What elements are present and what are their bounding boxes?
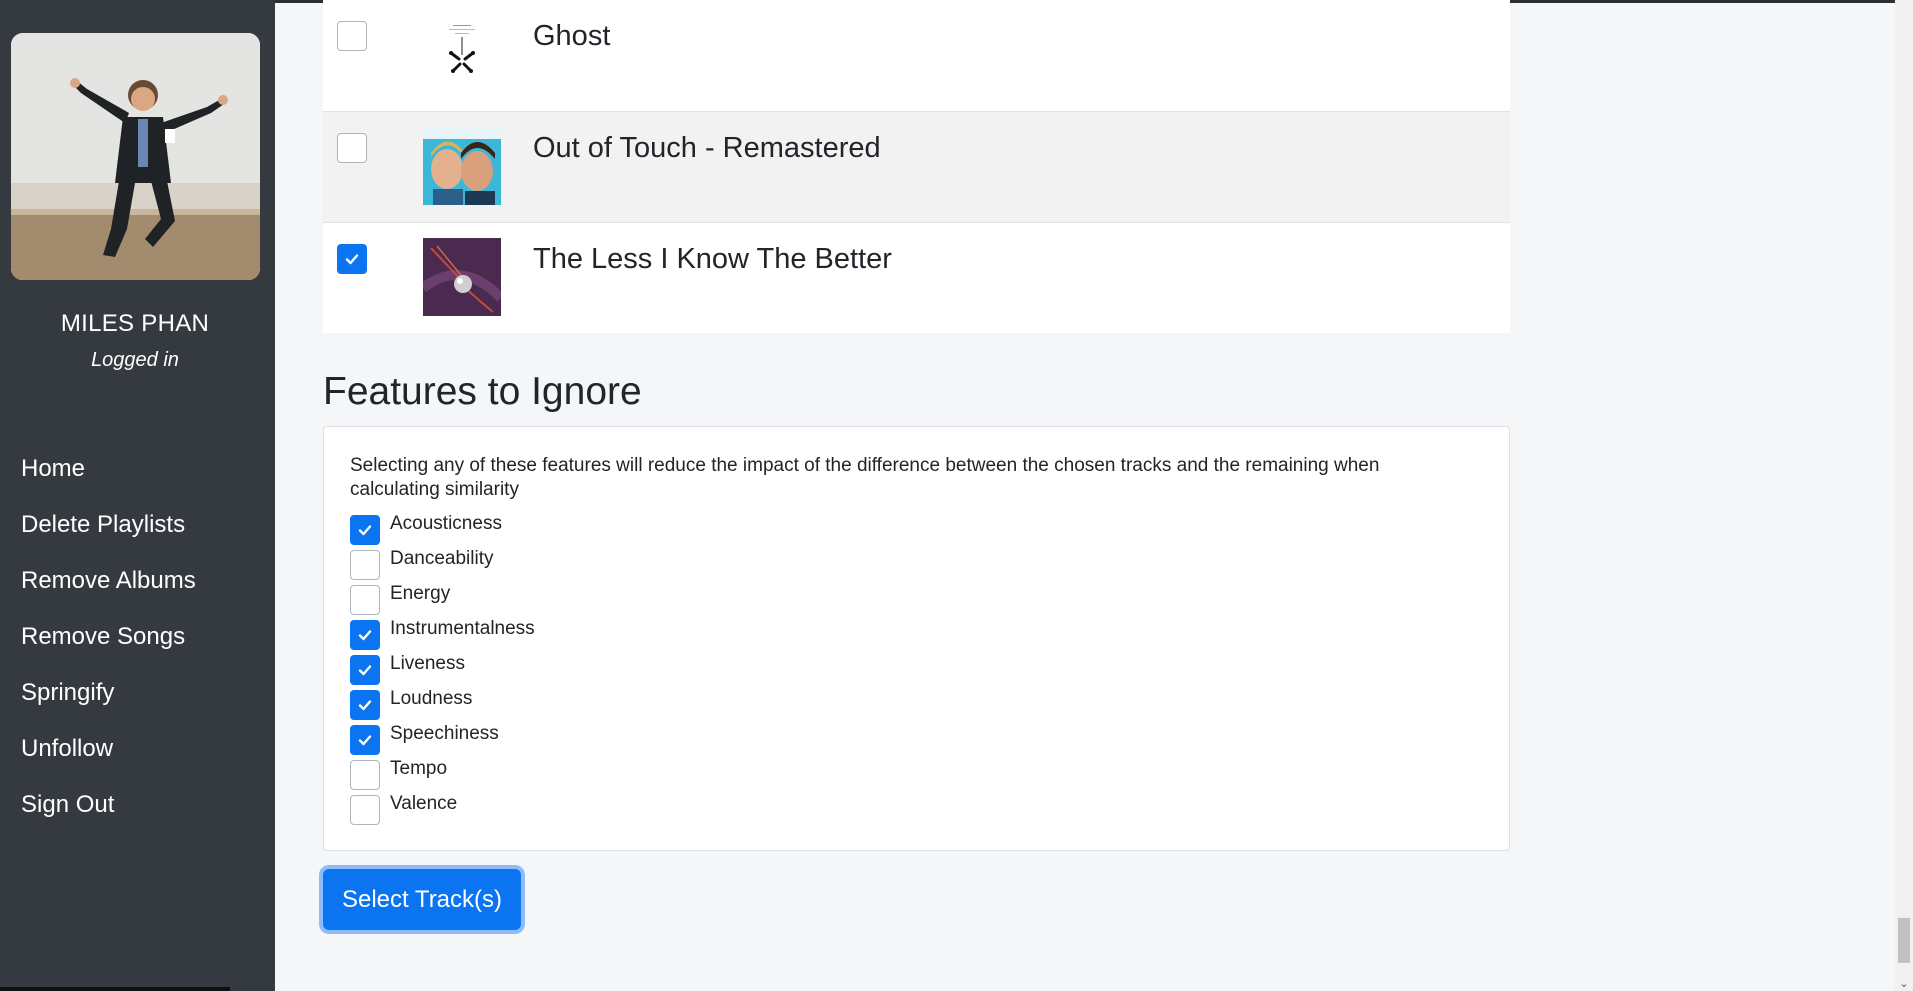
nav-springify[interactable]: Springify xyxy=(21,676,196,732)
nav-unfollow[interactable]: Unfollow xyxy=(21,732,196,788)
feature-label: Loudness xyxy=(390,688,473,709)
feature-label: Danceability xyxy=(390,548,494,569)
table-row: Out of Touch - Remastered xyxy=(323,111,1510,222)
feature-checkbox[interactable] xyxy=(350,550,380,580)
feature-checkbox[interactable] xyxy=(350,515,380,545)
feature-checkbox[interactable] xyxy=(350,760,380,790)
avatar xyxy=(11,33,260,280)
track-checkbox[interactable] xyxy=(337,244,367,274)
nav-delete-playlists[interactable]: Delete Playlists xyxy=(21,508,196,564)
album-cover xyxy=(423,127,501,205)
feature-label: Tempo xyxy=(390,758,448,779)
vertical-scrollbar[interactable]: ⌄ xyxy=(1895,0,1913,991)
feature-label: Speechiness xyxy=(390,723,499,744)
nav-sign-out[interactable]: Sign Out xyxy=(21,788,196,844)
feature-label: Liveness xyxy=(390,653,465,674)
track-table: Ghost Out of Touch - Remastered The Less… xyxy=(323,0,1510,333)
sidebar: MILES PHAN Logged in Home Delete Playlis… xyxy=(0,0,275,991)
track-title: Out of Touch - Remastered xyxy=(533,132,881,164)
checkmark-icon xyxy=(358,525,372,536)
checkmark-icon xyxy=(358,735,372,746)
track-title: Ghost xyxy=(533,20,611,52)
track-checkbox[interactable] xyxy=(337,133,367,163)
nav-remove-songs[interactable]: Remove Songs xyxy=(21,620,196,676)
feature-checkbox[interactable] xyxy=(350,795,380,825)
login-status: Logged in xyxy=(91,349,179,371)
track-title: The Less I Know The Better xyxy=(533,243,892,275)
nav-remove-albums[interactable]: Remove Albums xyxy=(21,564,196,620)
nav-home[interactable]: Home xyxy=(21,452,196,508)
sidebar-nav: Home Delete Playlists Remove Albums Remo… xyxy=(21,452,196,844)
features-heading: Features to Ignore xyxy=(323,370,642,413)
features-description: Selecting any of these features will red… xyxy=(350,455,1380,500)
main-content: Ghost Out of Touch - Remastered The Less… xyxy=(275,0,1895,991)
feature-label: Acousticness xyxy=(390,513,502,534)
checkmark-icon xyxy=(358,665,372,676)
feature-checkbox[interactable] xyxy=(350,620,380,650)
select-tracks-button[interactable]: Select Track(s) xyxy=(323,869,521,930)
feature-label: Valence xyxy=(390,793,458,814)
profile-photo xyxy=(11,33,260,280)
feature-label: Energy xyxy=(390,583,451,604)
feature-checkbox[interactable] xyxy=(350,690,380,720)
album-cover xyxy=(423,238,501,316)
checkmark-icon xyxy=(345,254,359,265)
checkmark-icon xyxy=(358,700,372,711)
table-row: Ghost xyxy=(323,0,1510,111)
scroll-down-arrow-icon[interactable]: ⌄ xyxy=(1897,977,1911,991)
album-cover xyxy=(423,15,501,93)
feature-checkbox[interactable] xyxy=(350,585,380,615)
table-row: The Less I Know The Better xyxy=(323,222,1510,333)
feature-checkbox[interactable] xyxy=(350,655,380,685)
user-name: MILES PHAN xyxy=(60,310,210,337)
checkmark-icon xyxy=(358,630,372,641)
track-checkbox[interactable] xyxy=(337,21,367,51)
sidebar-bottom-edge xyxy=(0,987,230,991)
feature-label: Instrumentalness xyxy=(390,618,535,639)
feature-checkbox[interactable] xyxy=(350,725,380,755)
features-card: Selecting any of these features will red… xyxy=(323,426,1510,851)
scrollbar-thumb[interactable] xyxy=(1898,918,1910,963)
